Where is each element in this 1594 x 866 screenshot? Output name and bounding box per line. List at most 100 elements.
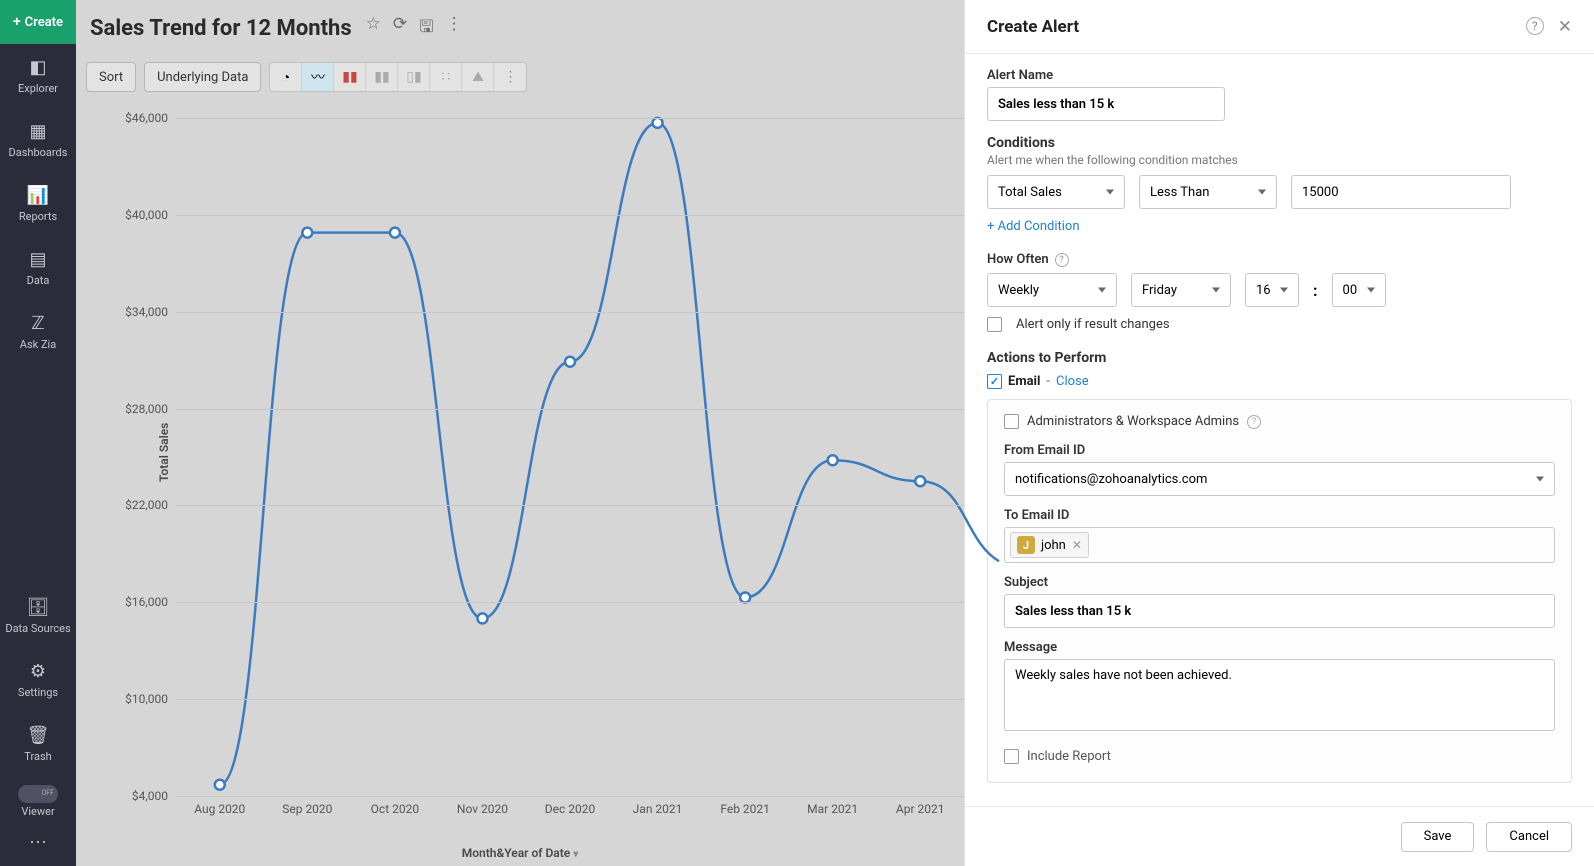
actions-label: Actions to Perform (987, 350, 1572, 366)
help-icon[interactable]: ? (1526, 17, 1544, 35)
main-area: Sales Trend for 12 Months ☆ ⟳ 🖫 ⋮ Sort U… (76, 0, 964, 866)
save-icon[interactable]: 🖫 (419, 14, 433, 43)
chip-remove-icon[interactable]: ✕ (1072, 538, 1082, 552)
toolbar: Sort Underlying Data ◔ 〰 ▮▮ ▮▮ ▯▮ ∷ ⛰ ⋮ (76, 56, 964, 98)
cond-operator-select[interactable]: Less Than (1139, 175, 1277, 209)
often-hour-select[interactable]: 16 (1245, 273, 1299, 307)
y-tick-label: $28,000 (125, 402, 176, 416)
from-email-select[interactable]: notifications@zohoanalytics.com (1004, 462, 1555, 496)
underlying-data-button[interactable]: Underlying Data (144, 62, 261, 92)
settings-icon: ⚙ (30, 661, 46, 682)
sidebar-item-dashboards[interactable]: ▦ Dashboards (0, 108, 76, 172)
x-tick-label: Oct 2020 (371, 796, 419, 816)
to-email-input[interactable]: J john ✕ (1004, 527, 1555, 563)
to-email-label: To Email ID (1004, 508, 1555, 523)
chart-canvas: $4,000$10,000$16,000$22,000$28,000$34,00… (176, 118, 964, 796)
panel-body: Alert Name Conditions Alert me when the … (965, 54, 1594, 806)
chart-area: Total Sales $4,000$10,000$16,000$22,000$… (76, 98, 964, 866)
alert-name-label: Alert Name (987, 68, 1572, 83)
create-button[interactable]: + Create (0, 0, 76, 44)
chart-more-icon[interactable]: ⋮ (494, 63, 526, 91)
sort-button[interactable]: Sort (86, 62, 136, 92)
kebab-icon[interactable]: ⋮ (446, 14, 463, 43)
ask-zia-icon: ℤ (31, 313, 44, 334)
sidebar-item-reports[interactable]: 📊 Reports (0, 172, 76, 236)
create-alert-panel: Create Alert ? ✕ Alert Name Conditions A… (964, 0, 1594, 866)
only-if-changes-checkbox[interactable] (987, 317, 1002, 332)
include-report-checkbox[interactable] (1004, 749, 1019, 764)
x-axis-label: Month&Year of Date (462, 846, 571, 860)
report-header: Sales Trend for 12 Months ☆ ⟳ 🖫 ⋮ (76, 0, 964, 56)
how-often-row: Weekly Friday 16 : 00 (987, 273, 1572, 307)
save-button[interactable]: Save (1401, 822, 1475, 852)
sidebar-item-label: Data Sources (5, 622, 70, 635)
panel-footer: Save Cancel (965, 806, 1594, 866)
panel-title: Create Alert (987, 17, 1079, 37)
often-period-select[interactable]: Weekly (987, 273, 1117, 307)
sidebar-item-label: Data (27, 274, 50, 287)
pie-chart-icon[interactable]: ◔ (270, 63, 302, 91)
message-textarea[interactable] (1004, 659, 1555, 731)
x-tick-label: Aug 2020 (194, 796, 245, 816)
y-tick-label: $16,000 (125, 595, 176, 609)
sidebar-item-viewer[interactable]: Viewer (0, 776, 76, 826)
x-tick-label: Feb 2021 (720, 796, 770, 816)
email-checkbox[interactable] (987, 374, 1002, 389)
x-tick-label: Dec 2020 (545, 796, 595, 816)
close-icon[interactable]: ✕ (1558, 17, 1572, 37)
sidebar-item-explorer[interactable]: ◧ Explorer (0, 44, 76, 108)
header-icons: ☆ ⟳ 🖫 ⋮ (366, 14, 463, 43)
page-title: Sales Trend for 12 Months (90, 16, 352, 41)
chart-type-group: ◔ 〰 ▮▮ ▮▮ ▯▮ ∷ ⛰ ⋮ (269, 62, 527, 92)
refresh-icon[interactable]: ⟳ (393, 14, 407, 43)
only-if-changes-label: Alert only if result changes (1016, 317, 1170, 332)
sidebar-item-label: Reports (19, 210, 57, 223)
viewer-toggle[interactable] (18, 785, 58, 803)
help-icon[interactable]: ? (1055, 253, 1069, 267)
scatter-chart-icon[interactable]: ∷ (430, 63, 462, 91)
alert-name-input[interactable] (987, 87, 1225, 121)
sidebar-bottom-group: 🗄 Data Sources ⚙ Settings 🗑 Trash Viewer… (0, 584, 76, 866)
often-min-select[interactable]: 00 (1332, 273, 1386, 307)
x-tick-label: Apr 2021 (896, 796, 945, 816)
admins-checkbox[interactable] (1004, 414, 1019, 429)
hbar-chart-icon[interactable]: ▮▮ (366, 63, 398, 91)
star-icon[interactable]: ☆ (366, 14, 381, 43)
bar-chart-icon[interactable]: ▮▮ (334, 63, 366, 91)
sidebar-item-ask-zia[interactable]: ℤ Ask Zia (0, 300, 76, 364)
x-axis-title[interactable]: Month&Year of Date ▾ (462, 846, 579, 860)
explorer-icon: ◧ (29, 57, 46, 78)
line-chart-icon[interactable]: 〰 (302, 63, 334, 91)
reports-icon: 📊 (27, 185, 49, 206)
cancel-button[interactable]: Cancel (1486, 822, 1572, 852)
condition-row: Total Sales Less Than (987, 175, 1572, 209)
x-tick-label: Nov 2020 (457, 796, 508, 816)
y-axis-title: Total Sales (157, 423, 171, 482)
sidebar-item-data[interactable]: ▤ Data (0, 236, 76, 300)
x-tick-label: Mar 2021 (807, 796, 858, 816)
area-chart-icon[interactable]: ⛰ (462, 63, 494, 91)
sidebar-item-settings[interactable]: ⚙ Settings (0, 648, 76, 712)
y-tick-label: $34,000 (125, 305, 176, 319)
cond-value-input[interactable] (1291, 175, 1511, 209)
help-icon[interactable]: ? (1247, 415, 1261, 429)
sidebar-item-label: Settings (18, 686, 58, 699)
email-close-link[interactable]: Close (1056, 374, 1089, 389)
stacked-bar-icon[interactable]: ▯▮ (398, 63, 430, 91)
y-tick-label: $46,000 (125, 111, 176, 125)
email-action-label: Email (1008, 374, 1040, 389)
cond-field-select[interactable]: Total Sales (987, 175, 1125, 209)
y-tick-label: $4,000 (132, 789, 176, 803)
x-tick-label: Jan 2021 (633, 796, 683, 816)
data-icon: ▤ (29, 249, 46, 270)
sidebar-item-data-sources[interactable]: 🗄 Data Sources (0, 584, 76, 648)
sidebar-more-button[interactable]: ⋯ (0, 826, 76, 858)
sidebar-item-label: Viewer (21, 805, 54, 818)
trash-icon: 🗑 (27, 725, 50, 746)
often-day-select[interactable]: Friday (1131, 273, 1231, 307)
include-report-label: Include Report (1027, 749, 1111, 764)
add-condition-link[interactable]: + Add Condition (987, 219, 1572, 234)
dashboards-icon: ▦ (29, 121, 46, 142)
sidebar-item-trash[interactable]: 🗑 Trash (0, 712, 76, 776)
subject-input[interactable] (1004, 594, 1555, 628)
